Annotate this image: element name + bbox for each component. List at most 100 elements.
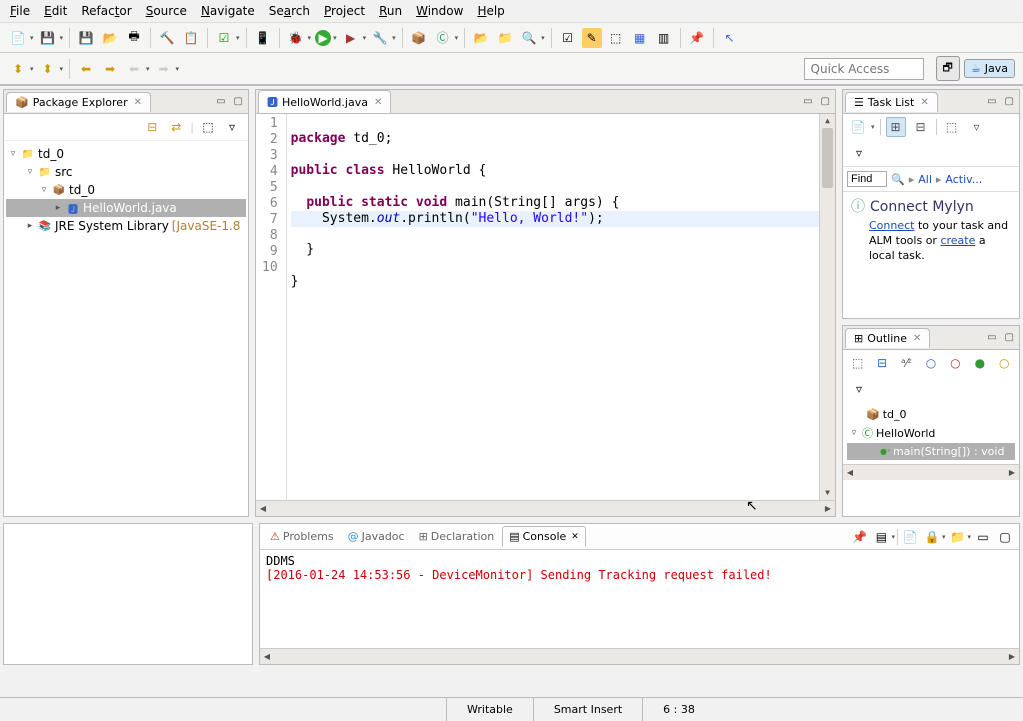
twisty-icon[interactable]: ▿: [39, 185, 49, 195]
next-edit-button[interactable]: ➡: [154, 59, 174, 79]
maximize-button[interactable]: ▢: [1002, 332, 1017, 343]
build-all-button[interactable]: 📋: [181, 28, 201, 48]
menu-file[interactable]: FFileile: [10, 4, 30, 18]
hide-local-button[interactable]: ○: [995, 353, 1014, 373]
vertical-scrollbar[interactable]: ▲ ▼: [819, 114, 835, 500]
scroll-left-icon[interactable]: ◀: [260, 652, 274, 661]
scheduled-button[interactable]: ⊟: [911, 117, 931, 137]
hide-static-button[interactable]: ○: [946, 353, 965, 373]
maximize-button[interactable]: ▢: [818, 96, 833, 107]
search-icon[interactable]: 🔍: [891, 173, 905, 186]
jre-node[interactable]: ▸ 📚 JRE System Library [JavaSE-1.8: [6, 217, 246, 235]
scroll-lock-button[interactable]: 🔒: [922, 527, 942, 547]
scroll-left-icon[interactable]: ◀: [256, 504, 270, 513]
scroll-thumb[interactable]: [822, 128, 833, 188]
console-output[interactable]: DDMS [2016-01-24 14:53:56 - DeviceMonito…: [260, 550, 1019, 648]
find-input[interactable]: [847, 171, 887, 187]
outline-hscroll[interactable]: ◀▶: [843, 464, 1019, 480]
link-editor-button[interactable]: ⇄: [166, 117, 186, 137]
search-button[interactable]: 🔍: [519, 28, 539, 48]
close-icon[interactable]: ✕: [913, 333, 921, 344]
last-edit-button[interactable]: ⬅: [124, 59, 144, 79]
run-last-button[interactable]: ▶: [341, 28, 361, 48]
new-package-button[interactable]: 📦: [409, 28, 429, 48]
close-icon[interactable]: ✕: [134, 97, 142, 108]
quick-access-input[interactable]: [804, 58, 924, 80]
scroll-down-icon[interactable]: ▼: [820, 486, 835, 500]
hide-fields-button[interactable]: ○: [921, 353, 940, 373]
menu-run[interactable]: Run: [379, 4, 402, 18]
close-icon[interactable]: ✕: [374, 97, 382, 108]
forward-button[interactable]: ➡: [100, 59, 120, 79]
maximize-button[interactable]: ▢: [231, 96, 246, 107]
run-button[interactable]: ▶: [315, 30, 331, 46]
display-console-button[interactable]: ▤: [871, 527, 891, 547]
az-button[interactable]: ᵃ⁄ᶻ: [897, 353, 916, 373]
open-perspective-button[interactable]: 🗗: [936, 56, 960, 81]
twisty-icon[interactable]: ▿: [849, 428, 859, 438]
code-area[interactable]: package td_0; public class HelloWorld { …: [287, 114, 819, 500]
remove-all-button[interactable]: ▢: [995, 527, 1015, 547]
menu-source[interactable]: Source: [146, 4, 187, 18]
task-menu-button[interactable]: ▿: [967, 117, 987, 137]
toggle-button[interactable]: ☑: [214, 28, 234, 48]
scroll-right-icon[interactable]: ▶: [1005, 652, 1019, 661]
new-button[interactable]: 📄: [8, 28, 28, 48]
close-icon[interactable]: ✕: [571, 532, 579, 542]
open-console-button[interactable]: 📁: [947, 527, 967, 547]
minimize-button[interactable]: ▭: [800, 96, 815, 107]
new-task-button[interactable]: 📄: [848, 117, 868, 137]
menu-window[interactable]: Window: [416, 4, 463, 18]
wand-button[interactable]: ↖: [720, 28, 740, 48]
outline-method-node[interactable]: ●ˢ main(String[]) : void: [847, 443, 1015, 460]
outline-class-node[interactable]: ▿ Ⓒ HelloWorld: [847, 423, 1015, 443]
close-icon[interactable]: ✕: [920, 97, 928, 108]
package-explorer-tab[interactable]: 📦 Package Explorer ✕: [6, 92, 151, 112]
menu-navigate[interactable]: Navigate: [201, 4, 255, 18]
scroll-up-icon[interactable]: ▲: [820, 114, 835, 128]
new-class-button[interactable]: Ⓒ: [433, 28, 453, 48]
lint-button[interactable]: ☑: [558, 28, 578, 48]
console-hscroll[interactable]: ◀▶: [260, 648, 1019, 664]
task-list-tab[interactable]: ☰ Task List ✕: [845, 92, 938, 112]
focus-button[interactable]: ⬚: [848, 353, 867, 373]
scroll-right-icon[interactable]: ▶: [1005, 468, 1019, 477]
external-tools-button[interactable]: 🔧: [370, 28, 390, 48]
console-tab[interactable]: ▤Console✕: [502, 526, 586, 547]
collapse-button[interactable]: ▿: [849, 379, 869, 399]
highlight-button[interactable]: ✎: [582, 28, 602, 48]
horizontal-scrollbar[interactable]: ◀ ▶: [256, 500, 835, 516]
prev-annotation-button[interactable]: ⬍: [8, 59, 28, 79]
focus-task-button[interactable]: ⬚: [198, 117, 218, 137]
scroll-right-icon[interactable]: ▶: [821, 504, 835, 513]
remove-launch-button[interactable]: ▭: [973, 527, 993, 547]
twisty-icon[interactable]: ▿: [25, 167, 35, 177]
save-button[interactable]: 💾: [38, 28, 58, 48]
activate-link[interactable]: Activ...: [945, 173, 982, 186]
minimize-button[interactable]: ▭: [984, 332, 999, 343]
collapse-all-button[interactable]: ⊟: [142, 117, 162, 137]
menu-refactor[interactable]: Refactor: [81, 4, 131, 18]
toggle-mark-button[interactable]: ⬚: [606, 28, 626, 48]
java-perspective-button[interactable]: ☕ Java: [964, 59, 1015, 78]
back-button[interactable]: ⬅: [76, 59, 96, 79]
debug-button[interactable]: 🐞: [286, 28, 306, 48]
open-task-button[interactable]: 📁: [495, 28, 515, 48]
create-link[interactable]: create: [940, 234, 975, 247]
open-button[interactable]: 📂: [100, 28, 120, 48]
outline-package-node[interactable]: 📦 td_0: [847, 406, 1015, 423]
focus-button[interactable]: ⬚: [942, 117, 962, 137]
layout-button[interactable]: ▦: [630, 28, 650, 48]
menu-search[interactable]: Search: [269, 4, 310, 18]
problems-tab[interactable]: ⚠Problems: [264, 527, 340, 546]
maximize-button[interactable]: ▢: [1002, 96, 1017, 107]
collapse-button[interactable]: ▿: [849, 143, 869, 163]
sort-button[interactable]: ⊟: [872, 353, 891, 373]
javadoc-tab[interactable]: @Javadoc: [342, 527, 411, 546]
pin-console-button[interactable]: 📌: [849, 527, 869, 547]
file-node[interactable]: ▸ 🅹 HelloWorld.java: [6, 199, 246, 217]
twisty-icon[interactable]: ▿: [8, 149, 18, 159]
minimize-button[interactable]: ▭: [213, 96, 228, 107]
twisty-icon[interactable]: ▸: [25, 221, 35, 231]
project-node[interactable]: ▿ 📁 td_0: [6, 145, 246, 163]
